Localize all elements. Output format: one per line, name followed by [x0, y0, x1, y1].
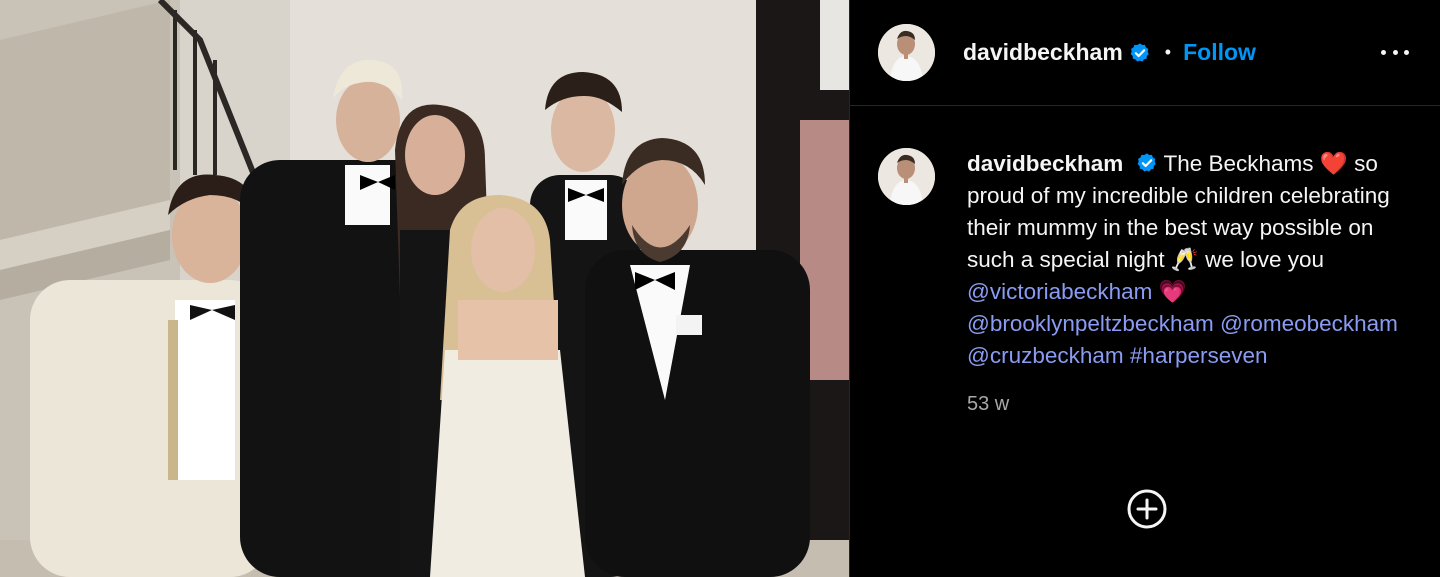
- mention-link[interactable]: @romeobeckham: [1220, 311, 1398, 336]
- avatar[interactable]: [878, 24, 935, 81]
- avatar-image: [878, 24, 935, 81]
- more-options-icon[interactable]: [1378, 38, 1412, 68]
- heart-emoji: ❤️: [1319, 151, 1348, 176]
- avatar-image: [878, 148, 935, 205]
- post-header: davidbeckham • Follow: [850, 0, 1440, 106]
- caption-body: davidbeckham The Beckhams ❤️ so proud of…: [967, 148, 1412, 420]
- mention-link[interactable]: @cruzbeckham: [967, 343, 1124, 368]
- header-username[interactable]: davidbeckham: [963, 39, 1123, 66]
- post-side-panel: davidbeckham • Follow davidbeckham The B…: [849, 0, 1440, 577]
- verified-badge-icon: [1130, 42, 1149, 62]
- caption-username[interactable]: davidbeckham: [967, 151, 1123, 176]
- caption-text-part: The Beckhams: [1163, 151, 1314, 176]
- mention-link[interactable]: @victoriabeckham: [967, 279, 1152, 304]
- pink-heart-emoji: 💗: [1158, 279, 1187, 304]
- caption-text-part: we love you: [1205, 247, 1324, 272]
- separator-dot: •: [1164, 42, 1172, 62]
- caption-text: davidbeckham The Beckhams ❤️ so proud of…: [967, 148, 1412, 372]
- family-photo: [0, 0, 849, 577]
- clinking-glasses-emoji: 🥂: [1170, 247, 1199, 272]
- caption-avatar[interactable]: [878, 148, 935, 205]
- post-photo[interactable]: [0, 0, 849, 577]
- instagram-post: davidbeckham • Follow davidbeckham The B…: [0, 0, 1440, 577]
- hashtag-link[interactable]: #harperseven: [1130, 343, 1268, 368]
- post-timestamp[interactable]: 53 w: [967, 388, 1412, 420]
- verified-badge-icon: [1137, 153, 1156, 172]
- caption: davidbeckham The Beckhams ❤️ so proud of…: [850, 106, 1440, 420]
- add-comment-icon[interactable]: [1126, 488, 1168, 530]
- mention-link[interactable]: @brooklynpeltzbeckham: [967, 311, 1214, 336]
- follow-button[interactable]: Follow: [1183, 39, 1256, 66]
